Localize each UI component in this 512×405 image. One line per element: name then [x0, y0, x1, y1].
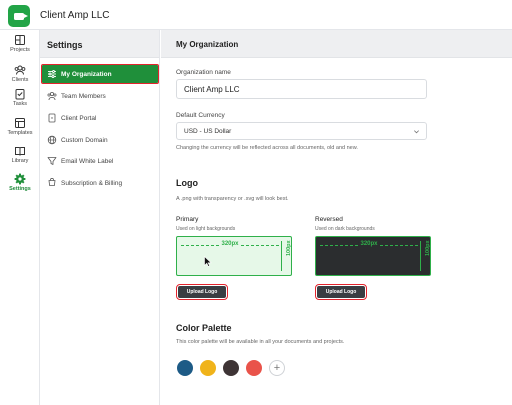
rail-label: Clients — [11, 77, 29, 83]
top-bar: Client Amp LLC — [0, 0, 512, 30]
globe-icon — [47, 135, 57, 145]
palette-section-title: Color Palette — [176, 323, 232, 333]
rail-item-tasks[interactable]: Tasks — [0, 88, 40, 116]
menu-item-custom-domain[interactable]: Custom Domain — [42, 131, 158, 149]
team-icon — [47, 91, 57, 101]
org-name-label: Organization name — [176, 69, 231, 76]
menu-item-label: My Organization — [61, 70, 112, 78]
menu-item-label: Client Portal — [61, 114, 97, 122]
menu-item-label: Email White Label — [61, 157, 114, 165]
portal-icon — [48, 113, 56, 123]
library-icon — [15, 147, 25, 156]
height-label: 100px — [425, 240, 431, 256]
org-name-input[interactable] — [176, 79, 427, 99]
billing-icon — [48, 178, 56, 186]
page-title: My Organization — [161, 30, 512, 58]
company-name: Client Amp LLC — [40, 10, 110, 21]
primary-logo-subtitle: Used on light backgrounds — [176, 226, 236, 232]
width-dimension-guide: 320px — [320, 241, 418, 249]
rail-label: Projects — [10, 47, 30, 53]
clients-icon — [14, 65, 26, 75]
color-swatch[interactable] — [246, 360, 262, 376]
templates-icon — [15, 118, 25, 128]
rail-item-templates[interactable]: Templates — [0, 117, 40, 145]
sliders-icon — [48, 70, 56, 78]
nav-rail: Projects Clients Tasks Templates Library… — [0, 30, 40, 405]
width-dimension-guide: 320px — [181, 241, 279, 249]
color-swatch[interactable] — [200, 360, 216, 376]
rail-label: Settings — [9, 186, 31, 192]
currency-hint: Changing the currency will be reflected … — [176, 145, 358, 151]
reversed-logo-subtitle: Used on dark backgrounds — [315, 226, 375, 232]
reversed-logo-dropzone[interactable]: 320px 100px — [315, 236, 431, 276]
logo-section-title: Logo — [176, 178, 198, 188]
add-color-button[interactable]: + — [269, 360, 285, 376]
rail-item-library[interactable]: Library — [0, 145, 40, 173]
height-label: 100px — [286, 240, 292, 256]
tasks-icon — [15, 89, 25, 100]
width-label: 320px — [219, 241, 241, 247]
menu-item-label: Subscription & Billing — [61, 179, 123, 187]
height-dimension-guide: 100px — [420, 240, 431, 271]
palette-hint: This color palette will be available in … — [176, 339, 345, 345]
primary-logo-title: Primary — [176, 216, 199, 223]
menu-item-email-white-label[interactable]: Email White Label — [42, 152, 158, 170]
reversed-logo-title: Reversed — [315, 216, 343, 223]
primary-logo-dropzone[interactable]: 320px 100px — [176, 236, 292, 276]
menu-item-label: Custom Domain — [61, 136, 108, 144]
projects-icon — [15, 35, 25, 45]
rail-label: Templates — [7, 130, 33, 136]
menu-item-team-members[interactable]: Team Members — [42, 87, 158, 105]
app-logo-icon[interactable] — [8, 5, 30, 27]
settings-menu: Settings My Organization Team Members Cl… — [40, 30, 160, 405]
color-swatch[interactable] — [223, 360, 239, 376]
currency-label: Default Currency — [176, 112, 225, 119]
rail-item-projects[interactable]: Projects — [0, 34, 40, 62]
currency-value: USD - US Dollar — [184, 128, 232, 135]
upload-primary-logo-button[interactable]: Upload Logo — [175, 283, 229, 301]
main-panel: My Organization Organization name Defaul… — [161, 30, 512, 405]
chevron-down-icon — [414, 130, 419, 134]
menu-item-subscription-billing[interactable]: Subscription & Billing — [42, 174, 158, 192]
mouse-cursor-icon — [204, 256, 212, 267]
color-swatch[interactable] — [177, 360, 193, 376]
menu-item-label: Team Members — [61, 92, 106, 100]
menu-item-client-portal[interactable]: Client Portal — [42, 109, 158, 127]
rail-label: Library — [11, 158, 29, 164]
upload-reversed-logo-button[interactable]: Upload Logo — [314, 283, 368, 301]
logo-hint: A .png with transparency or .svg will lo… — [176, 196, 289, 202]
settings-title: Settings — [40, 30, 159, 58]
rail-item-settings[interactable]: Settings — [0, 173, 40, 201]
menu-item-my-organization[interactable]: My Organization — [41, 64, 159, 84]
email-funnel-icon — [47, 157, 57, 165]
currency-select[interactable]: USD - US Dollar — [176, 122, 427, 140]
rail-label: Tasks — [12, 101, 28, 107]
gear-icon — [14, 173, 26, 185]
height-dimension-guide: 100px — [281, 240, 292, 271]
width-label: 320px — [358, 241, 380, 247]
